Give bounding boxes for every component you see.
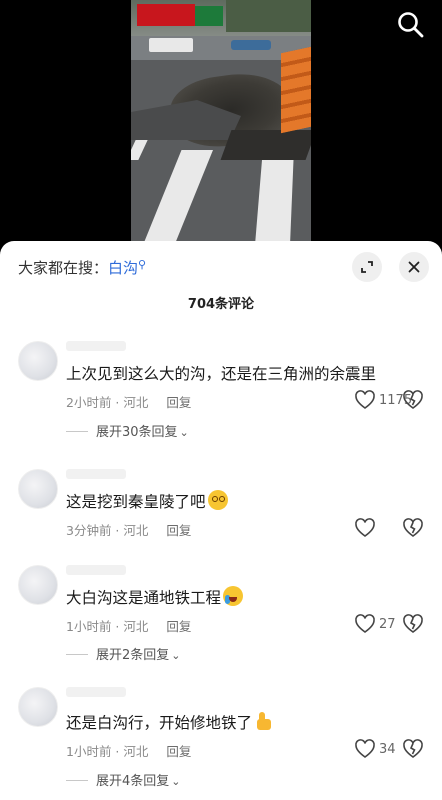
trending-search-prefix: 大家都在搜： [18, 259, 109, 277]
comment-text-body: 还是白沟行，开始修地铁了 [66, 714, 253, 732]
comment-location: 河北 [123, 744, 149, 759]
search-icon [398, 12, 424, 38]
dislike-button[interactable] [402, 389, 424, 411]
expand-sheet-button[interactable] [352, 252, 382, 282]
crying-face-emoji-icon [223, 586, 244, 606]
comment-count: 704条评论 [187, 297, 255, 312]
username[interactable] [66, 565, 126, 575]
video-frame-road-collapse [131, 0, 311, 245]
comment-text: 大白沟这是通地铁工程 [66, 586, 244, 608]
broken-heart-icon [403, 390, 423, 409]
reply-button[interactable]: 回复 [166, 619, 191, 634]
heart-icon [355, 614, 375, 633]
like-button[interactable] [354, 517, 379, 539]
like-button[interactable]: 27 [354, 613, 396, 635]
close-sheet-button[interactable] [399, 252, 429, 282]
comment-location: 河北 [123, 395, 149, 410]
trending-search-hint[interactable]: 大家都在搜：白沟⚲ [18, 257, 146, 278]
video-shop-sign-green [195, 6, 223, 26]
divider-line [66, 780, 88, 781]
comment-meta: 1小时前 · 河北 回复 [66, 619, 192, 634]
broken-heart-icon [403, 739, 423, 758]
like-count: 34 [379, 741, 396, 757]
dizzy-face-emoji-icon [207, 490, 228, 510]
username[interactable] [66, 687, 126, 697]
thumbs-up-emoji-icon [254, 711, 274, 731]
comment-text-body: 这是挖到秦皇陵了吧 [66, 493, 206, 511]
dislike-button[interactable] [402, 613, 424, 635]
expand-replies-button[interactable]: 展开4条回复 ⌄ [66, 770, 181, 789]
expand-replies-button[interactable]: 展开30条回复 ⌄ [66, 421, 189, 440]
trending-search-keyword[interactable]: 白沟 [108, 259, 138, 277]
heart-icon [355, 390, 375, 409]
broken-heart-icon [403, 518, 423, 537]
chevron-down-icon: ⌄ [171, 649, 181, 662]
video-player[interactable] [0, 0, 442, 245]
comment-meta: 3分钟前 · 河北 回复 [66, 523, 192, 538]
comment-time: 1小时前 [66, 744, 112, 759]
video-car [231, 40, 271, 50]
expand-replies-label: 展开2条回复 [96, 648, 170, 663]
avatar[interactable] [18, 565, 58, 605]
heart-icon [355, 518, 375, 537]
dislike-button[interactable] [402, 738, 424, 760]
like-count: 27 [379, 616, 396, 632]
username[interactable] [66, 469, 126, 479]
comment-text: 这是挖到秦皇陵了吧 [66, 490, 228, 512]
comment-meta: 2小时前 · 河北 回复 [66, 395, 192, 410]
like-button[interactable]: 34 [354, 738, 396, 760]
video-shop-sign-red [137, 4, 195, 26]
chevron-down-icon: ⌄ [179, 426, 189, 439]
comments-sheet: 大家都在搜：白沟⚲ 704条评论 上次见到这么大的沟，还是在三角洲的余震里 2小… [0, 241, 442, 800]
reply-button[interactable]: 回复 [166, 744, 191, 759]
avatar[interactable] [18, 469, 58, 509]
comment-text: 上次见到这么大的沟，还是在三角洲的余震里 [66, 365, 377, 383]
video-trees [226, 0, 311, 32]
video-debris [220, 130, 311, 160]
chevron-down-icon: ⌄ [171, 775, 181, 788]
comment-meta: 1小时前 · 河北 回复 [66, 744, 192, 759]
comment-time: 3分钟前 [66, 523, 112, 538]
comment-text-body: 大白沟这是通地铁工程 [66, 589, 222, 607]
close-icon [408, 261, 420, 273]
comment-location: 河北 [123, 523, 149, 538]
divider-line [66, 654, 88, 655]
search-small-icon: ⚲ [138, 258, 147, 271]
comment-time: 1小时前 [66, 619, 112, 634]
heart-icon [355, 739, 375, 758]
broken-heart-icon [403, 614, 423, 633]
comment-time: 2小时前 [66, 395, 112, 410]
divider-line [66, 431, 88, 432]
reply-button[interactable]: 回复 [166, 523, 191, 538]
comment-location: 河北 [123, 619, 149, 634]
comment-text: 还是白沟行，开始修地铁了 [66, 711, 274, 733]
expand-replies-label: 展开4条回复 [96, 774, 170, 789]
expand-icon [361, 261, 373, 273]
avatar[interactable] [18, 341, 58, 381]
video-truck [149, 38, 193, 52]
expand-replies-label: 展开30条回复 [96, 425, 178, 440]
dislike-button[interactable] [402, 517, 424, 539]
search-button[interactable] [394, 8, 428, 42]
username[interactable] [66, 341, 126, 351]
reply-button[interactable]: 回复 [166, 395, 191, 410]
video-orange-barrier [281, 46, 311, 134]
avatar[interactable] [18, 687, 58, 727]
expand-replies-button[interactable]: 展开2条回复 ⌄ [66, 644, 181, 663]
